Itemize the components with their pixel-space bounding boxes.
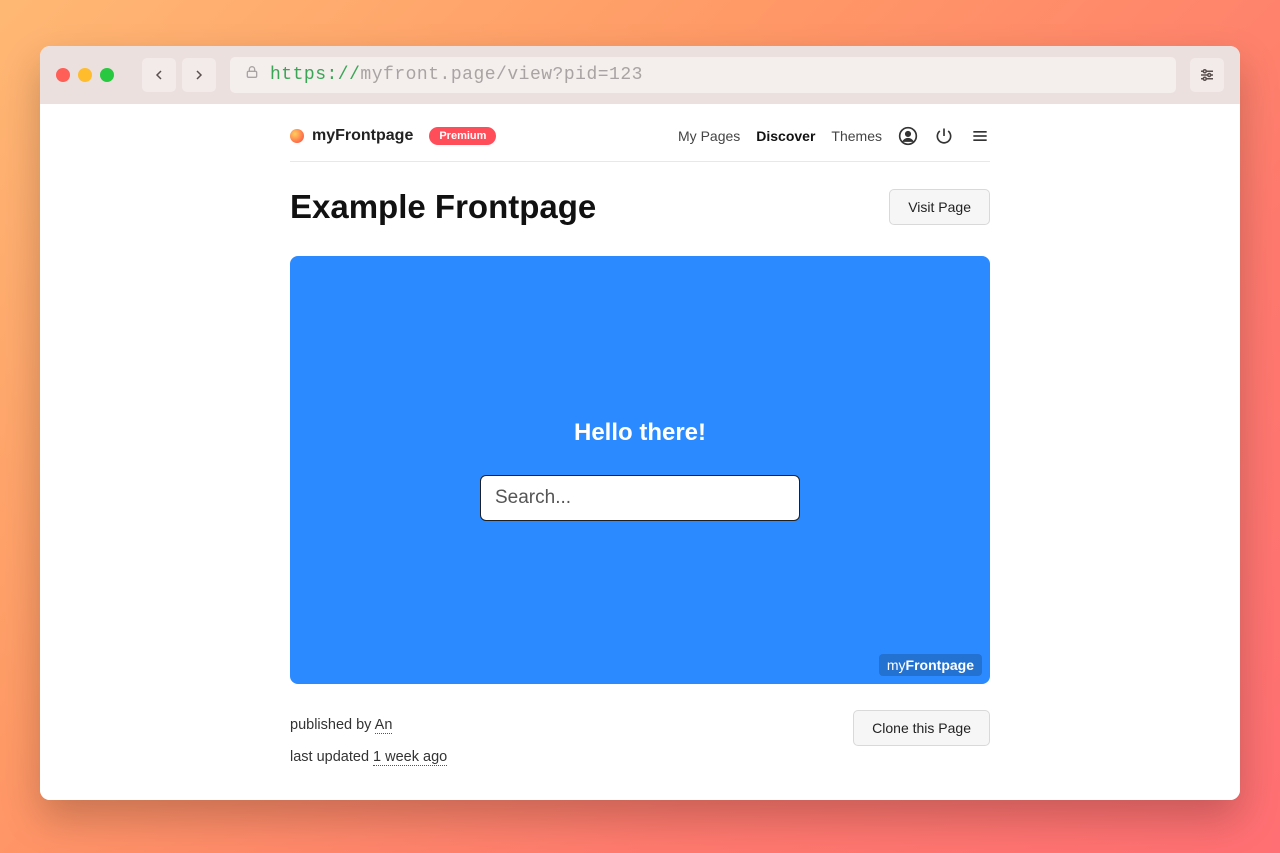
preview-watermark: myFrontpage — [879, 654, 982, 676]
author-link[interactable]: An — [375, 717, 393, 734]
meta-lines: published by An last updated 1 week ago — [290, 710, 447, 774]
url-protocol: https://myfront.page/view?pid=123 — [270, 65, 643, 85]
page-container: myFrontpage Premium My Pages Discover Th… — [290, 104, 990, 774]
logo-text: myFrontpage — [312, 127, 413, 145]
chevron-right-icon — [191, 67, 207, 83]
nav-buttons — [142, 58, 216, 92]
browser-window: https://myfront.page/view?pid=123 myFron… — [40, 46, 1240, 800]
logo-icon — [290, 129, 304, 143]
site-nav: My Pages Discover Themes — [678, 126, 990, 146]
page-title: Example Frontpage — [290, 188, 596, 226]
user-circle-icon — [898, 126, 918, 146]
preview-heading: Hello there! — [574, 419, 706, 447]
page-meta: published by An last updated 1 week ago … — [290, 710, 990, 774]
sliders-icon — [1198, 66, 1216, 84]
close-window-icon[interactable] — [56, 68, 70, 82]
traffic-lights — [56, 68, 114, 82]
viewport: myFrontpage Premium My Pages Discover Th… — [40, 104, 1240, 800]
clone-page-button[interactable]: Clone this Page — [853, 710, 990, 746]
site-logo[interactable]: myFrontpage Premium — [290, 127, 496, 145]
site-header: myFrontpage Premium My Pages Discover Th… — [290, 122, 990, 162]
browser-top-bar: https://myfront.page/view?pid=123 — [40, 46, 1240, 104]
nav-themes[interactable]: Themes — [831, 128, 882, 144]
page-preview: Hello there! myFrontpage — [290, 256, 990, 684]
last-updated-line: last updated 1 week ago — [290, 742, 447, 774]
nav-my-pages[interactable]: My Pages — [678, 128, 740, 144]
hamburger-menu-button[interactable] — [970, 126, 990, 146]
forward-button[interactable] — [182, 58, 216, 92]
premium-badge: Premium — [429, 127, 496, 145]
power-button[interactable] — [934, 126, 954, 146]
published-by-line: published by An — [290, 710, 447, 742]
back-button[interactable] — [142, 58, 176, 92]
maximize-window-icon[interactable] — [100, 68, 114, 82]
visit-page-button[interactable]: Visit Page — [889, 189, 990, 225]
chevron-left-icon — [151, 67, 167, 83]
power-icon — [934, 126, 954, 146]
lock-icon — [244, 64, 260, 86]
browser-settings-button[interactable] — [1190, 58, 1224, 92]
address-bar[interactable]: https://myfront.page/view?pid=123 — [230, 57, 1176, 93]
last-updated-time[interactable]: 1 week ago — [373, 749, 447, 766]
search-input[interactable] — [480, 475, 800, 521]
hamburger-icon — [970, 126, 990, 146]
page-header: Example Frontpage Visit Page — [290, 188, 990, 226]
account-button[interactable] — [898, 126, 918, 146]
minimize-window-icon[interactable] — [78, 68, 92, 82]
nav-discover[interactable]: Discover — [756, 128, 815, 144]
